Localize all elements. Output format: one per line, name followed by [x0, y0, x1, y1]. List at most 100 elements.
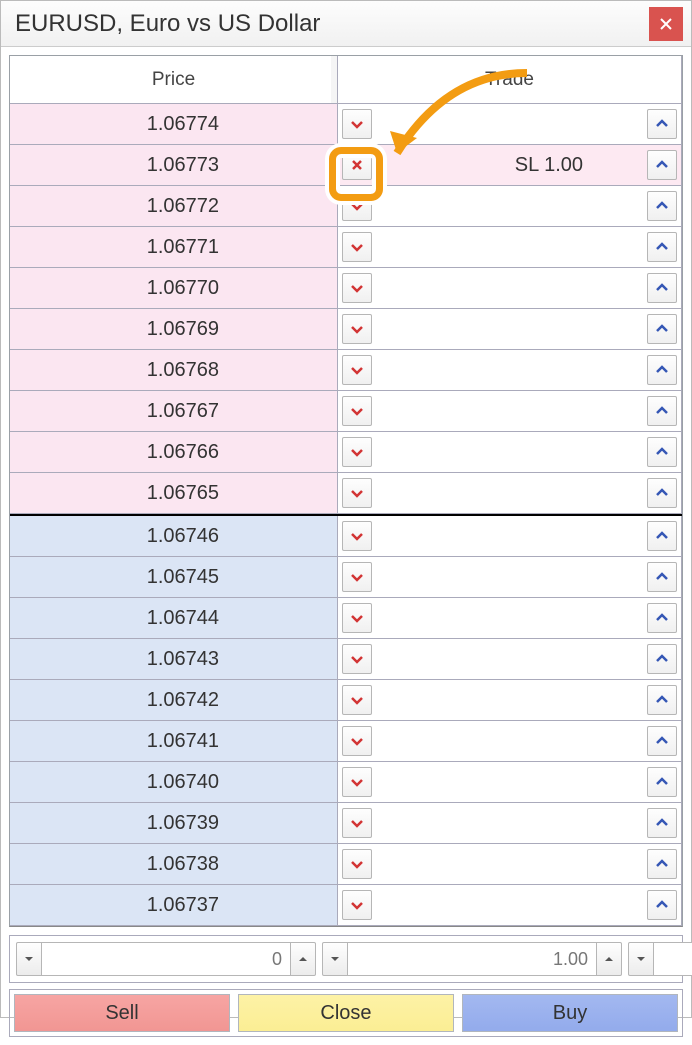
trade-cell: [338, 598, 681, 638]
sell-at-price-button[interactable]: [342, 644, 372, 674]
price-cell: 1.06771: [10, 227, 338, 267]
sell-at-price-button[interactable]: [342, 396, 372, 426]
price-cell: 1.06772: [10, 186, 338, 226]
trade-cell: [338, 844, 681, 884]
buy-at-price-button[interactable]: [647, 150, 677, 180]
trade-cell: [338, 516, 681, 556]
sl-decrement[interactable]: [16, 942, 42, 976]
price-cell: 1.06744: [10, 598, 338, 638]
sell-at-price-button[interactable]: [342, 767, 372, 797]
price-cell: 1.06743: [10, 639, 338, 679]
buy-at-price-button[interactable]: [647, 521, 677, 551]
price-cell: 1.06745: [10, 557, 338, 597]
table-row: 1.06739: [10, 803, 682, 844]
sl-spinbox: [16, 942, 316, 976]
price-cell: 1.06769: [10, 309, 338, 349]
sell-button[interactable]: Sell: [14, 994, 230, 1032]
sell-at-price-button[interactable]: [342, 890, 372, 920]
buy-at-price-button[interactable]: [647, 191, 677, 221]
trade-cell: [338, 227, 681, 267]
trade-cell: [338, 803, 681, 843]
sell-at-price-button[interactable]: [342, 437, 372, 467]
table-row: 1.06746: [10, 516, 682, 557]
table-row: 1.06737: [10, 885, 682, 926]
vol-input[interactable]: [348, 942, 596, 976]
window-title: EURUSD, Euro vs US Dollar: [15, 10, 320, 38]
tp-input[interactable]: [654, 942, 692, 976]
table-row: 1.06774: [10, 104, 682, 145]
table-row: 1.06770: [10, 268, 682, 309]
buy-at-price-button[interactable]: [647, 603, 677, 633]
buy-button[interactable]: Buy: [462, 994, 678, 1032]
header-trade: Trade: [338, 56, 681, 103]
price-cell: 1.06767: [10, 391, 338, 431]
sell-at-price-button[interactable]: [342, 726, 372, 756]
header-price: Price: [10, 56, 338, 103]
price-cell: 1.06738: [10, 844, 338, 884]
sell-at-price-button[interactable]: [342, 232, 372, 262]
price-cell: 1.06773: [10, 145, 338, 185]
sell-at-price-button[interactable]: [342, 314, 372, 344]
buy-at-price-button[interactable]: [647, 109, 677, 139]
table-row: 1.06771: [10, 227, 682, 268]
buy-at-price-button[interactable]: [647, 644, 677, 674]
tp-spinbox: [628, 942, 692, 976]
vol-decrement[interactable]: [322, 942, 348, 976]
vol-spinbox: [322, 942, 622, 976]
table-row: 1.06740: [10, 762, 682, 803]
buy-at-price-button[interactable]: [647, 808, 677, 838]
buy-at-price-button[interactable]: [647, 396, 677, 426]
sell-at-price-button[interactable]: [342, 191, 372, 221]
trade-cell: [338, 721, 681, 761]
trade-cell: [338, 432, 681, 472]
close-button[interactable]: Close: [238, 994, 454, 1032]
sell-at-price-button[interactable]: [342, 109, 372, 139]
buy-at-price-button[interactable]: [647, 726, 677, 756]
vol-increment[interactable]: [596, 942, 622, 976]
sell-at-price-button[interactable]: [342, 521, 372, 551]
sell-at-price-button[interactable]: [342, 355, 372, 385]
table-row: 1.06766: [10, 432, 682, 473]
buy-at-price-button[interactable]: [647, 685, 677, 715]
buy-at-price-button[interactable]: [647, 890, 677, 920]
sell-at-price-button[interactable]: [342, 685, 372, 715]
trade-cell: [338, 104, 681, 144]
inputs-row: [9, 935, 683, 983]
buy-at-price-button[interactable]: [647, 562, 677, 592]
trade-cell: [338, 885, 681, 925]
table-row: 1.06765: [10, 473, 682, 514]
trade-cell: [338, 268, 681, 308]
price-cell: 1.06766: [10, 432, 338, 472]
actions-row: Sell Close Buy: [9, 989, 683, 1037]
sell-at-price-button[interactable]: [342, 808, 372, 838]
buy-at-price-button[interactable]: [647, 273, 677, 303]
close-window-button[interactable]: [649, 7, 683, 41]
tp-decrement[interactable]: [628, 942, 654, 976]
table-row: 1.06767: [10, 391, 682, 432]
sell-at-price-button[interactable]: [342, 562, 372, 592]
buy-at-price-button[interactable]: [647, 767, 677, 797]
sl-input[interactable]: [42, 942, 290, 976]
buy-at-price-button[interactable]: [647, 355, 677, 385]
buy-at-price-button[interactable]: [647, 437, 677, 467]
sell-at-price-button[interactable]: [342, 273, 372, 303]
table-header: Price Trade: [10, 56, 682, 104]
sell-at-price-button[interactable]: [342, 849, 372, 879]
table-row: 1.06743: [10, 639, 682, 680]
buy-at-price-button[interactable]: [647, 478, 677, 508]
sl-increment[interactable]: [290, 942, 316, 976]
cancel-order-button[interactable]: [342, 150, 372, 180]
price-cell: 1.06741: [10, 721, 338, 761]
buy-at-price-button[interactable]: [647, 849, 677, 879]
trade-cell: [338, 473, 681, 513]
table-row: 1.06773SL 1.00: [10, 145, 682, 186]
sell-at-price-button[interactable]: [342, 603, 372, 633]
buy-at-price-button[interactable]: [647, 314, 677, 344]
price-cell: 1.06765: [10, 473, 338, 513]
sell-at-price-button[interactable]: [342, 478, 372, 508]
buy-at-price-button[interactable]: [647, 232, 677, 262]
trade-cell: [338, 680, 681, 720]
table-row: 1.06738: [10, 844, 682, 885]
table-row: 1.06772: [10, 186, 682, 227]
titlebar: EURUSD, Euro vs US Dollar: [1, 1, 691, 47]
